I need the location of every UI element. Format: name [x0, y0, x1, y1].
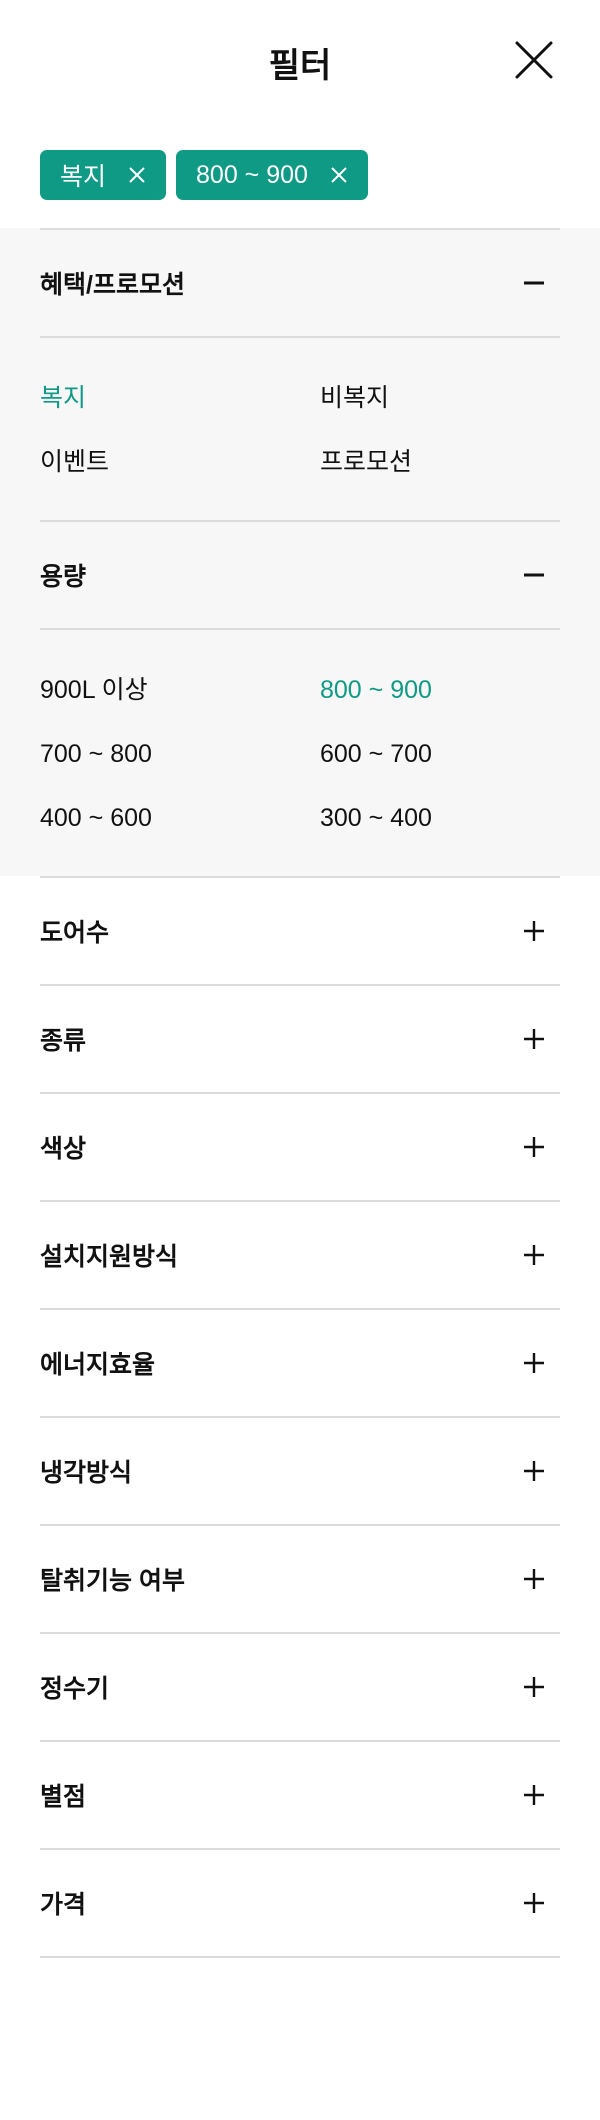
- filter-option[interactable]: 800 ~ 900: [320, 658, 560, 722]
- plus-icon: [524, 921, 544, 941]
- filter-option[interactable]: 700 ~ 800: [40, 722, 320, 786]
- filter-section: 도어수: [0, 876, 600, 984]
- filter-section: 에너지효율: [0, 1308, 600, 1416]
- filter-sections: 혜택/프로모션복지 비복지 이벤트 프로모션 용량 900L 이상 800 ~ 900 70…: [0, 228, 600, 1958]
- filter-section: 색상: [0, 1092, 600, 1200]
- section-title: 종류: [40, 1027, 87, 1055]
- chip-label: 800 ~ 900: [196, 160, 308, 189]
- plus-icon: [524, 1461, 544, 1481]
- remove-icon: [129, 167, 145, 183]
- section-title: 설치지원방식: [40, 1243, 179, 1271]
- filter-option[interactable]: 복지: [40, 366, 320, 430]
- section-title: 혜택/프로모션: [40, 271, 185, 299]
- filter-option[interactable]: 600 ~ 700: [320, 722, 560, 786]
- filter-section: 정수기: [0, 1632, 600, 1740]
- section-header-toggle[interactable]: 냉각방식: [40, 1416, 560, 1524]
- section-options: 900L 이상 800 ~ 900 700 ~ 800 600 ~ 700 400 ~ …: [40, 628, 560, 876]
- section-header-toggle[interactable]: 종류: [40, 984, 560, 1092]
- section-title: 냉각방식: [40, 1459, 133, 1487]
- section-title: 가격: [40, 1891, 87, 1919]
- section-header-toggle[interactable]: 색상: [40, 1092, 560, 1200]
- plus-icon: [524, 1029, 544, 1049]
- header: 필터: [0, 0, 600, 120]
- minus-icon: [524, 573, 544, 577]
- section-title: 별점: [40, 1783, 87, 1811]
- plus-icon: [524, 1353, 544, 1373]
- close-button[interactable]: [514, 40, 554, 80]
- filter-option[interactable]: 이벤트: [40, 430, 320, 494]
- filter-option[interactable]: 비복지: [320, 366, 560, 430]
- section-header-toggle[interactable]: 도어수: [40, 876, 560, 984]
- filter-section: 설치지원방식: [0, 1200, 600, 1308]
- section-title: 탈취기능 여부: [40, 1567, 185, 1595]
- filter-option[interactable]: 400 ~ 600: [40, 786, 320, 850]
- filter-section: 종류: [0, 984, 600, 1092]
- section-header-toggle[interactable]: 탈취기능 여부: [40, 1524, 560, 1632]
- filter-section: 혜택/프로모션복지 비복지 이벤트 프로모션: [0, 228, 600, 520]
- section-title: 색상: [40, 1135, 87, 1163]
- plus-icon: [524, 1245, 544, 1265]
- plus-icon: [524, 1677, 544, 1697]
- page-title: 필터: [268, 47, 332, 85]
- section-header-toggle[interactable]: 정수기: [40, 1632, 560, 1740]
- section-header-toggle[interactable]: 혜택/프로모션: [40, 228, 560, 336]
- section-header-toggle[interactable]: 에너지효율: [40, 1308, 560, 1416]
- section-title: 용량: [40, 563, 87, 591]
- plus-icon: [524, 1785, 544, 1805]
- filter-option[interactable]: 프로모션: [320, 430, 560, 494]
- filter-option[interactable]: 900L 이상: [40, 658, 320, 722]
- plus-icon: [524, 1893, 544, 1913]
- filter-option[interactable]: 300 ~ 400: [320, 786, 560, 850]
- filter-section: 탈취기능 여부: [0, 1524, 600, 1632]
- filter-chip[interactable]: 복지: [40, 150, 167, 200]
- minus-icon: [524, 281, 544, 285]
- filter-section: 별점: [0, 1740, 600, 1848]
- plus-icon: [524, 1137, 544, 1157]
- filter-chip[interactable]: 800 ~ 900: [176, 150, 368, 200]
- remove-icon: [331, 167, 347, 183]
- section-title: 에너지효율: [40, 1351, 156, 1379]
- chip-label: 복지: [60, 163, 107, 191]
- close-icon: [515, 41, 553, 79]
- filter-section: 가격: [0, 1848, 600, 1956]
- filter-section: 냉각방식: [0, 1416, 600, 1524]
- section-options: 복지 비복지 이벤트 프로모션: [40, 336, 560, 520]
- section-header-toggle[interactable]: 설치지원방식: [40, 1200, 560, 1308]
- selected-filter-chips: 복지 800 ~ 900: [40, 150, 368, 200]
- divider: [40, 1956, 560, 1958]
- section-header-toggle[interactable]: 용량: [40, 520, 560, 628]
- plus-icon: [524, 1569, 544, 1589]
- section-title: 정수기: [40, 1675, 110, 1703]
- section-title: 도어수: [40, 919, 110, 947]
- filter-section: 용량 900L 이상 800 ~ 900 700 ~ 800 600 ~ 700 400 …: [0, 520, 600, 876]
- section-header-toggle[interactable]: 가격: [40, 1848, 560, 1956]
- section-header-toggle[interactable]: 별점: [40, 1740, 560, 1848]
